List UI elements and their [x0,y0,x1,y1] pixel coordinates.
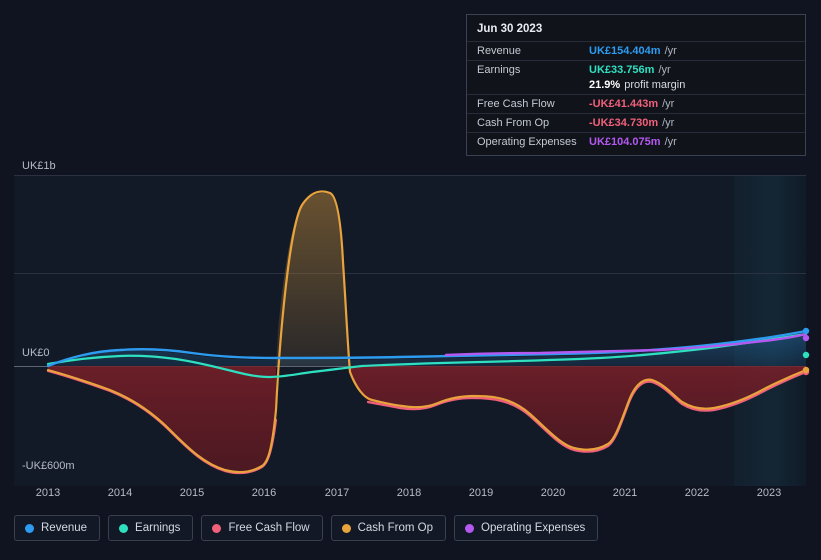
legend-label-free-cash-flow: Free Cash Flow [228,522,310,534]
tooltip-row-earnings: Earnings UK£33.756m /yr [467,60,805,79]
tooltip-row-revenue: Revenue UK£154.404m /yr [467,41,805,60]
legend-item-earnings[interactable]: Earnings [108,515,194,541]
tooltip-unit-earnings: /yr [658,64,671,76]
tooltip-value-earnings: UK£33.756m [589,64,655,76]
legend-item-operating-expenses[interactable]: Operating Expenses [454,515,599,541]
tooltip-label-cash-from-op: Cash From Op [477,117,550,129]
tooltip-date: Jun 30 2023 [477,23,543,35]
tooltip-row-cash-from-op: Cash From Op -UK£34.730m /yr [467,113,805,132]
legend-item-revenue[interactable]: Revenue [14,515,101,541]
tooltip-label-earnings: Earnings [477,64,521,76]
tooltip-label-revenue: Revenue [477,45,522,57]
legend-dot-operating-expenses [465,523,475,533]
tooltip-label-free-cash-flow: Free Cash Flow [477,98,555,110]
x-axis-ticks: 2013 2014 2015 2016 2017 2018 2019 2020 … [0,487,821,505]
x-tick-10: 2023 [756,487,782,499]
series-line-cash-from-op [46,190,808,474]
tooltip-row-free-cash-flow: Free Cash Flow -UK£41.443m /yr [467,94,805,113]
x-tick-4: 2017 [324,487,350,499]
chart-tooltip: Jun 30 2023 Revenue UK£154.404m /yr Earn… [466,14,806,156]
x-tick-9: 2022 [684,487,710,499]
tooltip-unit-operating-expenses: /yr [664,136,677,148]
chart-page: UK£1b UK£0 -UK£600m 2013 2014 2015 2016 … [0,0,821,560]
legend-item-cash-from-op[interactable]: Cash From Op [330,515,447,541]
legend-label-cash-from-op: Cash From Op [357,522,434,534]
tooltip-value-cash-from-op: -UK£34.730m [589,117,659,129]
legend-item-free-cash-flow[interactable]: Free Cash Flow [201,515,323,541]
legend-dot-cash-from-op [341,523,351,533]
x-tick-5: 2018 [396,487,422,499]
x-tick-6: 2019 [468,487,494,499]
endpoint-earnings [802,351,810,359]
x-tick-0: 2013 [35,487,61,499]
legend-dot-earnings [119,523,129,533]
tooltip-row-profit-margin: 21.9% profit margin [467,79,805,94]
legend-dot-free-cash-flow [212,523,222,533]
legend-dot-revenue [25,523,34,533]
tooltip-label-operating-expenses: Operating Expenses [477,136,577,148]
x-tick-3: 2016 [251,487,277,499]
x-tick-1: 2014 [107,487,133,499]
tooltip-unit-free-cash-flow: /yr [662,98,675,110]
tooltip-row-operating-expenses: Operating Expenses UK£104.075m /yr [467,132,805,151]
endpoint-revenue [802,327,810,335]
tooltip-unit-cash-from-op: /yr [662,117,675,129]
tooltip-value-operating-expenses: UK£104.075m [589,136,661,148]
tooltip-unit-revenue: /yr [664,45,677,57]
endpoint-operating-expenses [802,334,810,342]
x-tick-2: 2015 [179,487,205,499]
tooltip-value-profit-margin: 21.9% [589,79,621,91]
tooltip-value-free-cash-flow: -UK£41.443m [589,98,659,110]
tooltip-value-revenue: UK£154.404m [589,45,661,57]
legend-label-operating-expenses: Operating Expenses [481,522,586,534]
x-tick-8: 2021 [612,487,638,499]
x-tick-7: 2020 [540,487,566,499]
legend-label-earnings: Earnings [135,522,181,534]
chart-legend: Revenue Earnings Free Cash Flow Cash Fro… [14,515,599,541]
endpoint-cash-from-op [802,366,810,374]
legend-label-revenue: Revenue [41,522,88,534]
tooltip-text-profit-margin: profit margin [624,79,686,91]
